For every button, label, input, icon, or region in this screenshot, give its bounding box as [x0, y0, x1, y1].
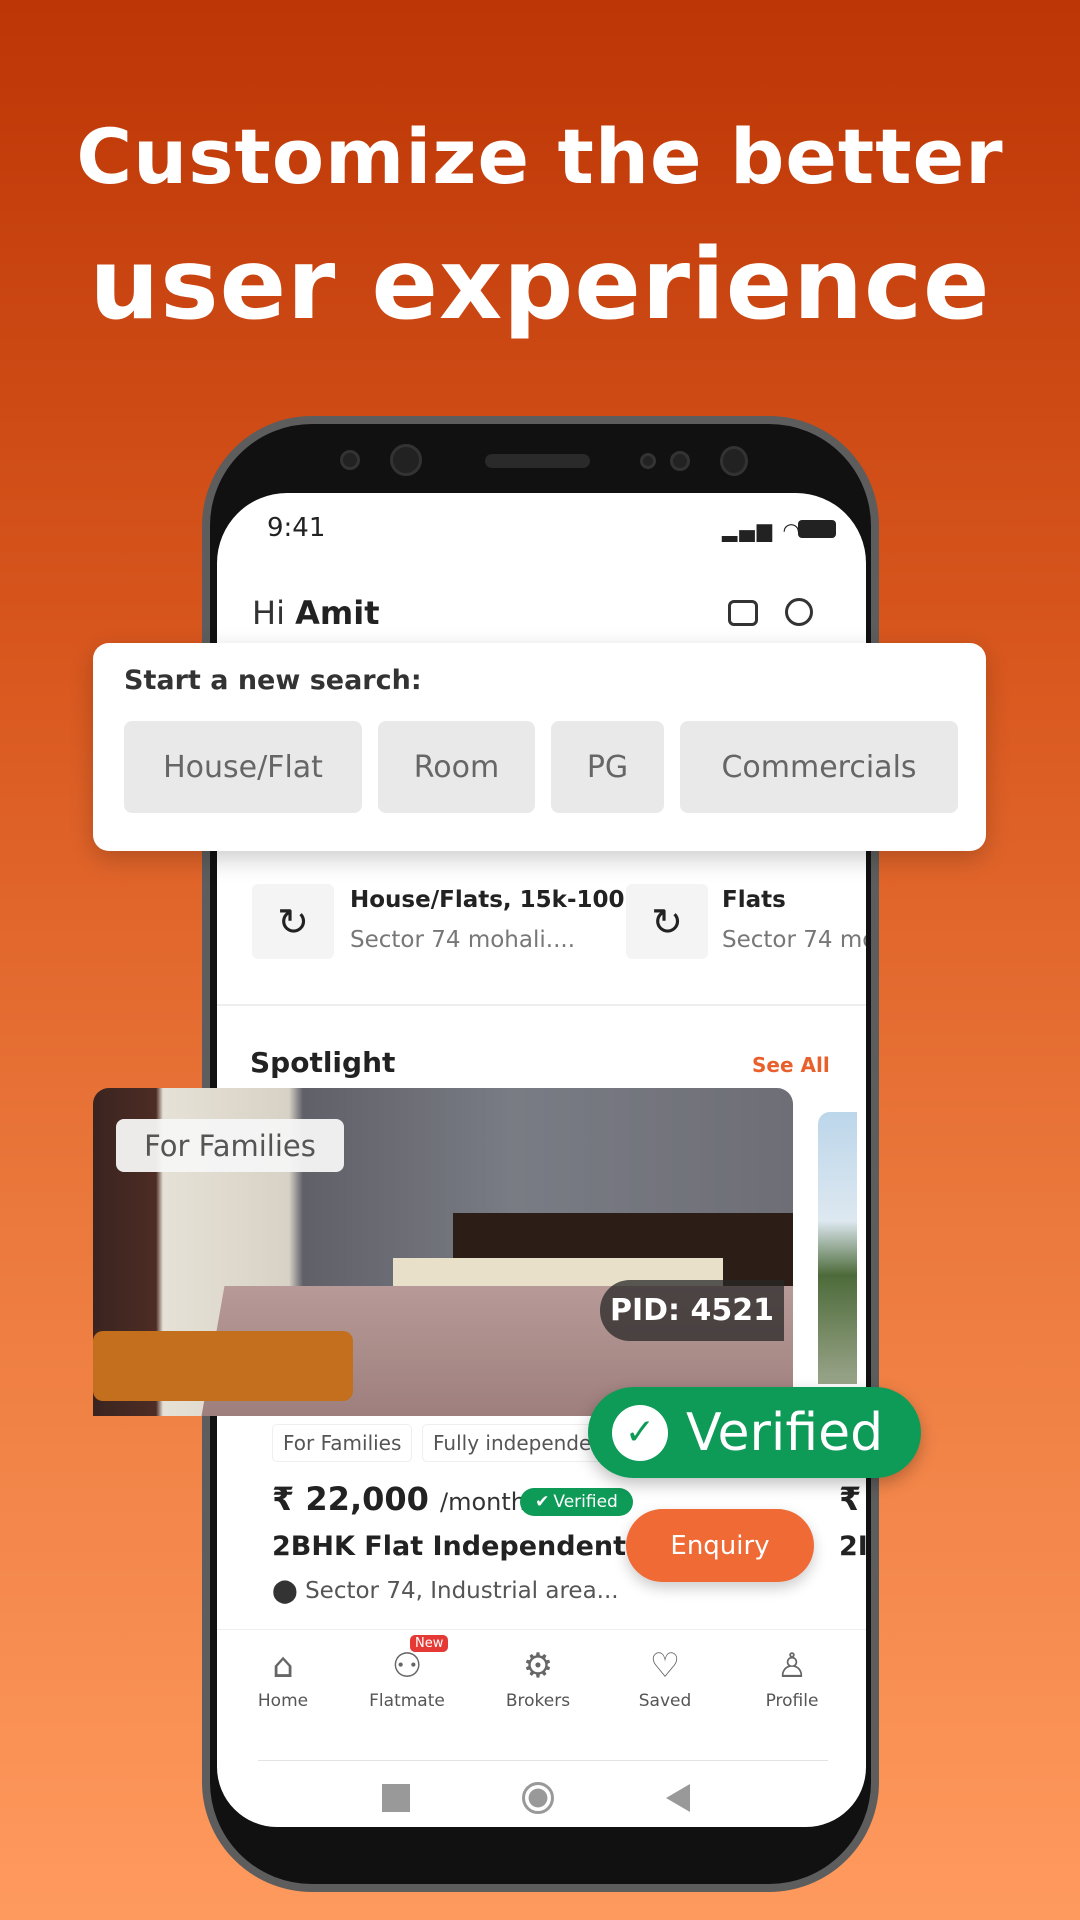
- headline-line1: Customize the better: [76, 112, 1004, 201]
- battery-icon: [798, 520, 836, 538]
- refresh-icon[interactable]: ↻: [626, 884, 708, 959]
- tag: Fully independe: [422, 1424, 603, 1462]
- chip-commercials[interactable]: Commercials: [680, 721, 958, 813]
- search-icon[interactable]: [785, 598, 813, 626]
- nav-label: Home: [257, 1691, 309, 1711]
- search-card-title: Start a new search:: [124, 665, 422, 696]
- price: ₹ 22,000 /month: [272, 1480, 526, 1518]
- spotlight-title: Spotlight: [250, 1046, 396, 1079]
- nav-label: Brokers: [505, 1691, 571, 1711]
- pid-label: PID: 4521: [600, 1280, 784, 1341]
- status-time: 9:41: [267, 513, 326, 543]
- check-icon: ✔: [535, 1492, 550, 1512]
- refresh-icon[interactable]: ↻: [252, 884, 334, 959]
- next-price: ₹: [839, 1480, 862, 1518]
- profile-icon: ♙: [776, 1646, 808, 1686]
- chip-pg[interactable]: PG: [551, 721, 664, 813]
- verified-small-label: Verified: [553, 1492, 618, 1512]
- recent-subtitle: Sector 74 mohali....: [350, 927, 576, 953]
- verified-small-badge: ✔ Verified: [520, 1488, 633, 1516]
- nav-label: Saved: [638, 1691, 692, 1711]
- home-system-button[interactable]: [522, 1782, 554, 1814]
- location-pin-icon: ⬤: [272, 1578, 298, 1604]
- nav-flatmate[interactable]: ⚇ Flatmate: [352, 1645, 462, 1711]
- recent-title[interactable]: Flats: [722, 887, 786, 913]
- nav-profile[interactable]: ♙ Profile: [737, 1645, 847, 1711]
- chip-house-flat[interactable]: House/Flat: [124, 721, 362, 813]
- bottom-nav-divider: [217, 1629, 866, 1630]
- system-nav-divider: [258, 1760, 828, 1761]
- recents-button[interactable]: [382, 1784, 410, 1812]
- blanket: [93, 1331, 353, 1401]
- listing-title[interactable]: 2BHK Flat Independent Ho: [272, 1531, 632, 1562]
- speaker-grill: [485, 454, 590, 468]
- home-icon: ⌂: [272, 1646, 294, 1686]
- price-period: /month: [440, 1488, 527, 1516]
- location-text: Sector 74, Industrial area...: [305, 1578, 619, 1604]
- nav-brokers[interactable]: ⚙ Brokers: [483, 1645, 593, 1711]
- sensor-icon: [340, 450, 360, 470]
- sensor-icon: [670, 451, 690, 471]
- listing-location: ⬤ Sector 74, Industrial area...: [272, 1578, 619, 1604]
- enquiry-button[interactable]: Enquiry: [626, 1509, 814, 1582]
- signal-wifi-icon: ▂▄▆ ◠: [722, 518, 802, 542]
- recent-subtitle: Sector 74 mo: [722, 927, 866, 953]
- user-name: Amit: [295, 594, 380, 632]
- verified-badge: ✓ Verified: [588, 1387, 921, 1478]
- back-button[interactable]: [666, 1784, 690, 1812]
- chip-room[interactable]: Room: [378, 721, 535, 813]
- greeting-text: Hi: [252, 594, 285, 632]
- chat-icon[interactable]: [728, 600, 758, 626]
- divider: [217, 1004, 866, 1006]
- nav-home[interactable]: ⌂ Home: [228, 1645, 338, 1711]
- verified-label: Verified: [686, 1402, 884, 1463]
- new-badge: New: [410, 1635, 449, 1652]
- greeting: Hi Amit: [252, 594, 380, 632]
- category-badge: For Families: [116, 1119, 344, 1172]
- sensor-icon: [640, 453, 656, 469]
- recent-title[interactable]: House/Flats, 15k-100k: [350, 887, 640, 913]
- heart-icon: ♡: [649, 1646, 681, 1686]
- camera-icon: [390, 444, 422, 476]
- broker-icon: ⚙: [522, 1646, 554, 1686]
- price-value: ₹ 22,000: [272, 1480, 429, 1518]
- see-all-link[interactable]: See All: [752, 1053, 830, 1077]
- next-title: 2I: [839, 1531, 866, 1562]
- check-icon: ✓: [612, 1404, 668, 1461]
- headline-line2: user experience: [89, 228, 991, 342]
- tag: For Families: [272, 1424, 413, 1462]
- sensor-icon: [720, 446, 748, 476]
- next-listing-image[interactable]: [818, 1112, 857, 1384]
- nav-label: Profile: [765, 1691, 819, 1711]
- nav-saved[interactable]: ♡ Saved: [610, 1645, 720, 1711]
- nav-label: Flatmate: [369, 1691, 445, 1711]
